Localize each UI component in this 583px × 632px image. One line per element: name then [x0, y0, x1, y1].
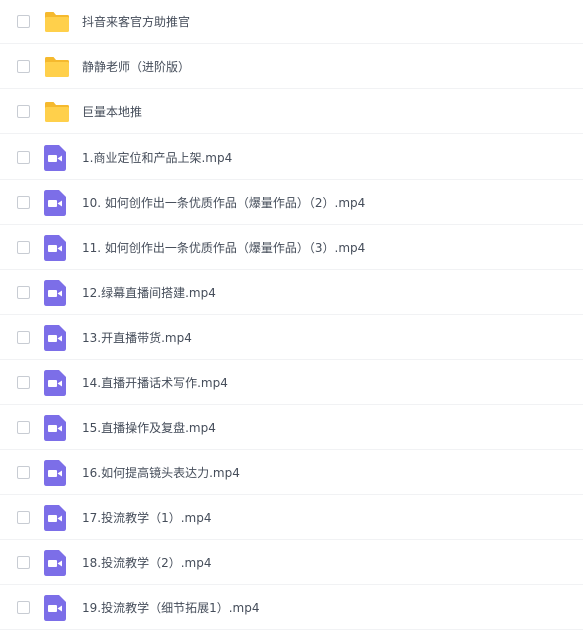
- folder-row[interactable]: 静静老师（进阶版）: [0, 45, 583, 89]
- file-row[interactable]: 11. 如何创作出一条优质作品（爆量作品）（3）.mp4: [0, 226, 583, 270]
- file-name[interactable]: 10. 如何创作出一条优质作品（爆量作品）（2）.mp4: [82, 195, 365, 211]
- video-file-icon: [44, 280, 66, 306]
- file-name[interactable]: 17.投流教学（1）.mp4: [82, 510, 211, 526]
- video-file-icon: [44, 235, 66, 261]
- file-row[interactable]: 17.投流教学（1）.mp4: [0, 496, 583, 540]
- folder-row[interactable]: 抖音来客官方助推官: [0, 0, 583, 44]
- row-checkbox[interactable]: [17, 376, 30, 389]
- file-name[interactable]: 12.绿幕直播间搭建.mp4: [82, 285, 216, 301]
- file-row[interactable]: 19.投流教学（细节拓展1）.mp4: [0, 586, 583, 630]
- video-file-icon: [44, 505, 66, 531]
- row-checkbox[interactable]: [17, 105, 30, 118]
- file-row[interactable]: 16.如何提高镜头表达力.mp4: [0, 451, 583, 495]
- video-file-icon: [44, 460, 66, 486]
- folder-row[interactable]: 巨量本地推: [0, 90, 583, 134]
- folder-icon: [45, 57, 69, 77]
- folder-icon: [45, 12, 69, 32]
- file-name[interactable]: 11. 如何创作出一条优质作品（爆量作品）（3）.mp4: [82, 240, 365, 256]
- row-checkbox[interactable]: [17, 241, 30, 254]
- row-checkbox[interactable]: [17, 601, 30, 614]
- row-checkbox[interactable]: [17, 421, 30, 434]
- file-row[interactable]: 1.商业定位和产品上架.mp4: [0, 136, 583, 180]
- row-checkbox[interactable]: [17, 151, 30, 164]
- file-row[interactable]: 13.开直播带货.mp4: [0, 316, 583, 360]
- row-checkbox[interactable]: [17, 466, 30, 479]
- file-name[interactable]: 1.商业定位和产品上架.mp4: [82, 150, 232, 166]
- file-name[interactable]: 13.开直播带货.mp4: [82, 330, 192, 346]
- file-name[interactable]: 静静老师（进阶版）: [82, 59, 190, 75]
- file-name[interactable]: 抖音来客官方助推官: [82, 14, 190, 30]
- file-list: 抖音来客官方助推官 静静老师（进阶版） 巨量本地推 1.商业定位和产品上架.mp4 10…: [0, 0, 583, 632]
- video-file-icon: [44, 325, 66, 351]
- video-file-icon: [44, 550, 66, 576]
- file-row[interactable]: 14.直播开播话术写作.mp4: [0, 361, 583, 405]
- file-name[interactable]: 18.投流教学（2）.mp4: [82, 555, 211, 571]
- folder-icon: [45, 102, 69, 122]
- row-checkbox[interactable]: [17, 15, 30, 28]
- row-checkbox[interactable]: [17, 331, 30, 344]
- file-name[interactable]: 14.直播开播话术写作.mp4: [82, 375, 228, 391]
- row-checkbox[interactable]: [17, 60, 30, 73]
- video-file-icon: [44, 370, 66, 396]
- row-checkbox[interactable]: [17, 286, 30, 299]
- video-file-icon: [44, 415, 66, 441]
- file-row[interactable]: 18.投流教学（2）.mp4: [0, 541, 583, 585]
- file-name[interactable]: 巨量本地推: [82, 104, 142, 120]
- row-checkbox[interactable]: [17, 511, 30, 524]
- row-checkbox[interactable]: [17, 556, 30, 569]
- file-name[interactable]: 19.投流教学（细节拓展1）.mp4: [82, 600, 259, 616]
- file-row[interactable]: 12.绿幕直播间搭建.mp4: [0, 271, 583, 315]
- video-file-icon: [44, 595, 66, 621]
- file-row[interactable]: 10. 如何创作出一条优质作品（爆量作品）（2）.mp4: [0, 181, 583, 225]
- video-file-icon: [44, 145, 66, 171]
- file-row[interactable]: 15.直播操作及复盘.mp4: [0, 406, 583, 450]
- video-file-icon: [44, 190, 66, 216]
- file-name[interactable]: 16.如何提高镜头表达力.mp4: [82, 465, 240, 481]
- row-checkbox[interactable]: [17, 196, 30, 209]
- file-name[interactable]: 15.直播操作及复盘.mp4: [82, 420, 216, 436]
